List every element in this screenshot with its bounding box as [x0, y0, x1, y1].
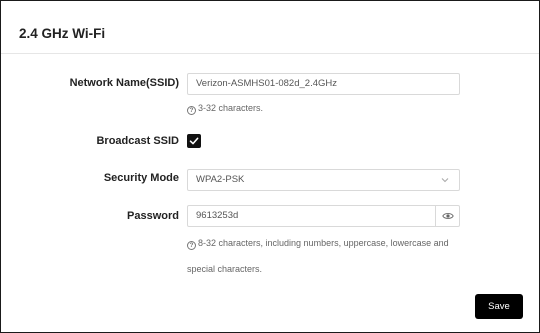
security-mode-select[interactable]: WPA2-PSK	[187, 169, 460, 191]
security-mode-label: Security Mode	[103, 172, 179, 184]
ssid-input[interactable]: Verizon-ASMHS01-082d_2.4GHz	[187, 73, 460, 95]
wifi-settings-panel: 2.4 GHz Wi-Fi Network Name(SSID) Verizon…	[1, 1, 539, 332]
password-label: Password	[127, 210, 179, 222]
broadcast-ssid-label: Broadcast SSID	[96, 135, 179, 147]
window-frame: 2.4 GHz Wi-Fi Network Name(SSID) Verizon…	[0, 0, 540, 333]
help-icon: ?	[187, 106, 196, 115]
password-hint-line2: special characters.	[187, 264, 263, 274]
password-input-value: 9613253d	[196, 210, 239, 221]
panel-title: 2.4 GHz Wi-Fi	[19, 26, 106, 41]
ssid-hint: ? 3-32 characters.	[187, 103, 263, 115]
ssid-label: Network Name(SSID)	[69, 77, 179, 89]
checkmark-icon	[189, 137, 199, 145]
show-password-toggle[interactable]	[435, 206, 459, 226]
password-hint-text-1: 8-32 characters, including numbers, uppe…	[198, 238, 449, 248]
password-hint-line1: ? 8-32 characters, including numbers, upp…	[187, 238, 449, 250]
ssid-input-value: Verizon-ASMHS01-082d_2.4GHz	[196, 78, 337, 89]
broadcast-ssid-checkbox[interactable]	[187, 134, 201, 148]
help-icon: ?	[187, 241, 196, 250]
eye-icon	[442, 213, 454, 219]
save-button[interactable]: Save	[475, 294, 523, 319]
password-input[interactable]: 9613253d	[187, 205, 460, 227]
ssid-hint-text: 3-32 characters.	[198, 103, 264, 113]
chevron-down-icon	[441, 178, 449, 183]
header-divider	[1, 53, 539, 54]
security-mode-value: WPA2-PSK	[196, 174, 245, 185]
